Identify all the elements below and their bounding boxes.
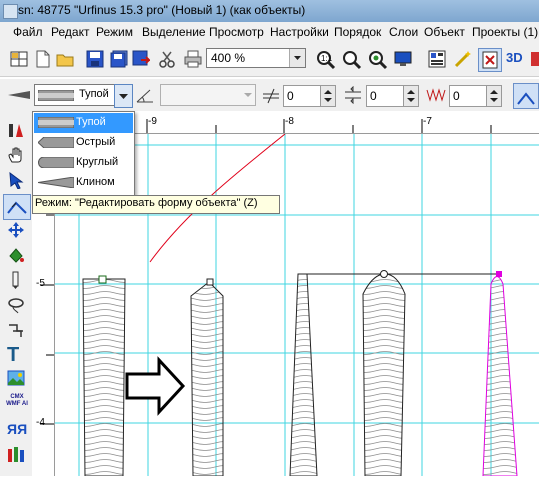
dropdown-label-round: Круглый	[76, 156, 119, 168]
menu-edit[interactable]: Редакт	[51, 25, 89, 39]
angle-icon[interactable]	[136, 87, 154, 103]
layout-icon[interactable]	[428, 50, 446, 68]
dropdown-label-wedge: Клином	[76, 176, 115, 188]
window-title: sn: 48775 "Urfinus 15.3 pro" (Новый 1) (…	[18, 3, 306, 17]
node-handle-2	[206, 278, 214, 286]
field1-input[interactable]: 0	[283, 85, 321, 107]
move-icon[interactable]	[7, 221, 25, 239]
letters-icon[interactable]: ЯЯ	[7, 421, 27, 439]
open-folder-icon[interactable]	[56, 50, 74, 68]
image-icon[interactable]	[7, 369, 25, 387]
monitor-icon[interactable]	[394, 50, 412, 68]
active-mode-icon[interactable]	[478, 48, 502, 72]
menu-object[interactable]: Объект	[424, 25, 465, 39]
field1-spinner[interactable]	[320, 85, 336, 107]
text-tool-icon[interactable]: T	[7, 344, 25, 366]
select-tool-icon[interactable]	[7, 121, 25, 139]
width-icon	[262, 88, 280, 104]
menu-view[interactable]: Просмотр	[209, 25, 264, 39]
field3-value: 0	[453, 89, 460, 103]
dropdown-item-blunt[interactable]: Тупой	[34, 113, 133, 133]
outline-style-value: Тупой	[79, 88, 109, 100]
node-handle-4	[496, 271, 502, 277]
menu-layers[interactable]: Слои	[389, 25, 418, 39]
colors-icon[interactable]	[7, 445, 25, 463]
dropdown-item-wedge[interactable]: Клином	[34, 173, 133, 193]
menu-order[interactable]: Порядок	[334, 25, 381, 39]
ruler-label-neg4: -4	[36, 417, 45, 428]
zoom-in-icon[interactable]: 1:1	[316, 50, 336, 70]
dropdown-label-sharp: Острый	[76, 136, 116, 148]
shape-magenta	[482, 276, 518, 476]
outline-style-select[interactable]: Тупой	[34, 84, 116, 106]
shape-sharp	[190, 281, 224, 476]
disabled-select[interactable]	[160, 84, 256, 106]
shape-wedge	[289, 273, 318, 476]
dropdown-label-blunt: Тупой	[76, 116, 106, 128]
field3-input[interactable]: 0	[449, 85, 487, 107]
menu-file[interactable]: Файл	[13, 25, 43, 39]
tooltip: Режим: "Редактировать форму объекта" (Z)	[32, 195, 280, 214]
title-bar: sn: 48775 "Urfinus 15.3 pro" (Новый 1) (…	[0, 0, 539, 22]
edit-shape-tool-icon[interactable]	[3, 194, 31, 220]
menu-settings[interactable]: Настройки	[270, 25, 329, 39]
ruler-label-neg7: -7	[423, 116, 432, 127]
zigzag-icon	[426, 86, 446, 104]
cut-icon[interactable]	[158, 50, 176, 68]
grid-icon[interactable]	[10, 50, 28, 68]
3d-button[interactable]: 3D	[506, 50, 528, 68]
arrow-tool-icon[interactable]	[7, 171, 25, 190]
shield-icon[interactable]	[530, 50, 539, 68]
zoom-icon[interactable]	[342, 50, 362, 70]
outline-style-icon	[8, 89, 30, 99]
outline-style-dropdown-button[interactable]	[114, 84, 133, 108]
new-file-icon[interactable]	[34, 50, 52, 68]
left-toolbar: T CMX WMF AI ЯЯ	[0, 111, 33, 476]
field2-value: 0	[370, 89, 377, 103]
app-icon	[3, 4, 18, 19]
node-edit-icon[interactable]	[513, 83, 539, 109]
field2-input[interactable]: 0	[366, 85, 404, 107]
properties-toolbar: Тупой 0 0 0	[0, 79, 539, 112]
chevron-down-icon[interactable]	[289, 49, 305, 67]
arrow-right-icon	[125, 356, 186, 416]
shape-blunt	[82, 278, 126, 476]
save-all-icon[interactable]	[110, 50, 128, 68]
field3-spinner[interactable]	[486, 85, 502, 107]
menu-projects[interactable]: Проекты (1)	[472, 25, 538, 39]
field2-spinner[interactable]	[403, 85, 419, 107]
field1-value: 0	[287, 89, 294, 103]
wand-icon[interactable]	[454, 50, 472, 68]
dropdown-item-sharp[interactable]: Острый	[34, 133, 133, 153]
shape-round	[362, 273, 406, 476]
cmx-wmf-ai-icon[interactable]: CMX WMF AI	[4, 394, 30, 412]
menu-mode[interactable]: Режим	[96, 25, 133, 39]
pencil-icon[interactable]	[7, 271, 25, 289]
dropdown-item-round[interactable]: Круглый	[34, 153, 133, 173]
hand-icon[interactable]	[7, 146, 25, 164]
print-icon[interactable]	[184, 50, 202, 68]
node-handle-1	[98, 275, 107, 284]
menu-bar: Файл Редакт Режим Выделение Просмотр Нас…	[0, 22, 539, 42]
outline-style-dropdown: Тупой Острый Круглый Клином	[32, 111, 135, 196]
save-icon[interactable]	[86, 50, 104, 68]
ruler-label-neg5: -5	[36, 278, 45, 289]
height-icon	[344, 85, 362, 105]
tooltip-text: Режим: "Редактировать форму объекта" (Z)	[35, 197, 258, 209]
main-toolbar: 400 % 1:1 3D	[0, 42, 539, 77]
lasso-icon[interactable]	[7, 296, 25, 314]
transform-icon[interactable]	[7, 321, 25, 339]
node-handle-3	[380, 270, 388, 278]
ruler-label-neg9: -9	[148, 116, 157, 127]
zoom-select[interactable]: 400 %	[206, 48, 306, 68]
ruler-label-neg8: -8	[285, 116, 294, 127]
fill-icon[interactable]	[7, 246, 25, 264]
export-icon[interactable]	[132, 50, 152, 68]
zoom-value: 400 %	[211, 51, 246, 65]
zoom-fit-icon[interactable]	[368, 50, 388, 70]
svg-text:1:1: 1:1	[321, 54, 333, 63]
menu-selection[interactable]: Выделение	[142, 25, 206, 39]
